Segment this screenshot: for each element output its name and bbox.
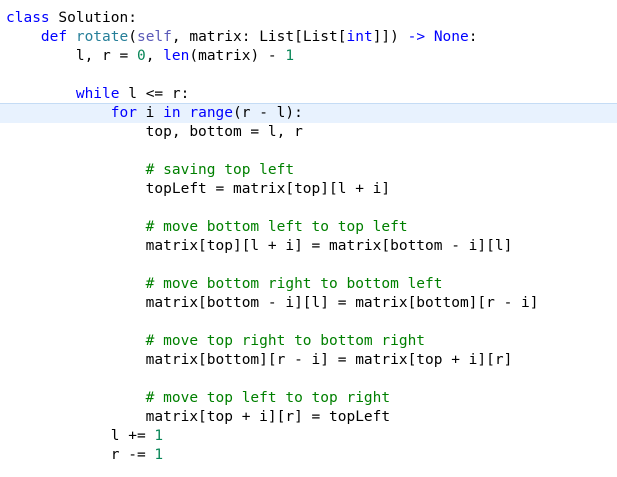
code-editor[interactable]: class Solution: def rotate(self, matrix:… (0, 0, 617, 477)
code-line[interactable]: r -= 1 (6, 446, 163, 465)
code-token: matrix[bottom - i][l] = matrix[bottom][r… (6, 295, 539, 311)
code-line[interactable]: matrix[bottom][r - i] = matrix[top + i][… (6, 351, 513, 370)
code-token: matrix[top][l + i] = matrix[bottom - i][… (6, 238, 513, 254)
code-token: topLeft = matrix[top][l + i] (6, 181, 391, 197)
code-token: def (6, 29, 68, 45)
code-token: for (6, 105, 137, 121)
code-token: matrix[top + i][r] = topLeft (6, 409, 391, 425)
code-token: rotate (75, 29, 129, 45)
code-token: 1 (154, 428, 164, 444)
code-token: # move bottom left to top left (6, 219, 408, 235)
code-line[interactable]: # move top right to bottom right (6, 332, 425, 351)
code-token: # saving top left (6, 162, 295, 178)
code-token: , (145, 48, 164, 64)
code-line[interactable]: def rotate(self, matrix: List[List[int]]… (6, 28, 478, 47)
code-token: 1 (285, 48, 295, 64)
code-line[interactable]: class Solution: (6, 9, 137, 28)
code-token: : (468, 29, 478, 45)
code-token: while (6, 86, 120, 102)
code-line[interactable]: # move bottom left to top left (6, 218, 408, 237)
code-token: top, bottom = l, r (6, 124, 303, 140)
code-token: r -= (6, 447, 155, 463)
code-line[interactable]: # saving top left (6, 161, 294, 180)
code-line[interactable]: matrix[top + i][r] = topLeft (6, 408, 390, 427)
code-token: l += (6, 428, 155, 444)
code-token: l <= r: (119, 86, 190, 102)
code-token: in (163, 105, 181, 121)
code-token: None (433, 29, 469, 45)
code-line[interactable]: l += 1 (6, 427, 163, 446)
code-token: ]]) (372, 29, 408, 45)
code-token: (r - l): (233, 105, 303, 121)
code-token: int (346, 29, 373, 45)
code-token: # move top left to top right (6, 390, 391, 406)
code-token: # move bottom right to bottom left (6, 276, 443, 292)
code-line[interactable]: top, bottom = l, r (6, 123, 303, 142)
code-token: , matrix: List[List[ (171, 29, 347, 45)
code-line[interactable]: # move bottom right to bottom left (6, 275, 443, 294)
code-token: Solution: (49, 10, 137, 26)
code-token: ( (128, 29, 137, 45)
code-token: len (163, 48, 190, 64)
code-line[interactable]: matrix[top][l + i] = matrix[bottom - i][… (6, 237, 513, 256)
code-token: 0 (136, 48, 146, 64)
code-line[interactable]: l, r = 0, len(matrix) - 1 (6, 47, 294, 66)
code-token: # move top right to bottom right (6, 333, 426, 349)
code-line[interactable]: topLeft = matrix[top][l + i] (6, 180, 390, 199)
code-token: i (136, 105, 164, 121)
code-token: class (6, 10, 50, 26)
code-line[interactable]: for i in range(r - l): (6, 104, 303, 123)
code-token: range (189, 105, 234, 121)
code-line[interactable]: while l <= r: (6, 85, 190, 104)
code-line[interactable]: matrix[bottom - i][l] = matrix[bottom][r… (6, 294, 539, 313)
code-line[interactable]: # move top left to top right (6, 389, 390, 408)
code-token: -> (407, 29, 426, 45)
code-token: l, r = (6, 48, 137, 64)
code-token: (matrix) - (189, 48, 286, 64)
code-token: matrix[bottom][r - i] = matrix[top + i][… (6, 352, 513, 368)
code-token: 1 (154, 447, 164, 463)
code-token: self (136, 29, 172, 45)
